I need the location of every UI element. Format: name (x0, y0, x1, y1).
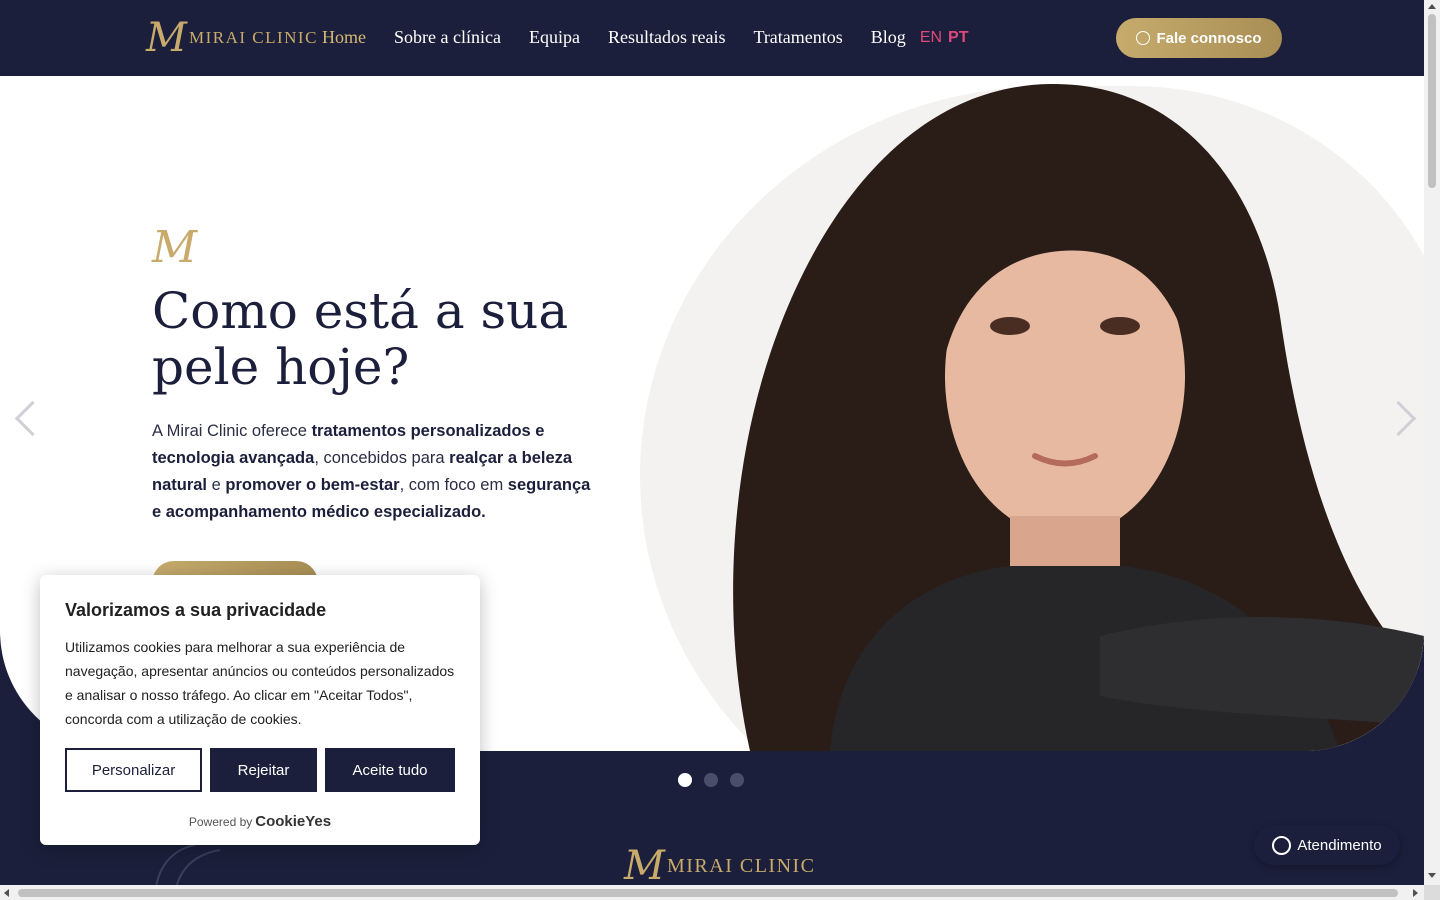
cookie-powered-by: Powered by CookieYes (40, 813, 480, 830)
scroll-right-arrow-icon[interactable] (1413, 889, 1418, 897)
nav-sobre[interactable]: Sobre a clínica (394, 27, 501, 48)
footer-logo-mark: M (624, 843, 665, 889)
footer-logo-text: Mirai Clinic (666, 854, 816, 877)
slider-prev-arrow-icon[interactable] (10, 398, 38, 438)
hero-text-bold: promover o bem-estar (225, 476, 400, 494)
cookie-title: Valorizamos a sua privacidade (65, 600, 327, 620)
whatsapp-icon (1272, 835, 1292, 855)
cookie-consent-banner: Valorizamos a sua privacidade Utilizamos… (40, 575, 480, 845)
cookie-accept-button[interactable]: Aceite tudo (325, 748, 455, 792)
scrollbar-corner (1424, 885, 1440, 900)
slider-dot-2[interactable] (704, 773, 718, 787)
nav-tratamentos[interactable]: Tratamentos (753, 27, 842, 48)
hero-text-part: A Mirai Clinic oferece (152, 422, 312, 440)
scroll-down-arrow-icon[interactable] (1428, 873, 1436, 878)
hero-title: Como está a sua pele hoje? (152, 282, 569, 396)
nav-blog[interactable]: Blog (871, 27, 906, 48)
horizontal-scroll-thumb[interactable] (18, 889, 1398, 897)
nav-resultados[interactable]: Resultados reais (608, 27, 725, 48)
cookieyes-logo[interactable]: CookieYes (255, 813, 331, 830)
cookie-reject-button[interactable]: Rejeitar (210, 748, 317, 792)
lang-en[interactable]: EN (920, 29, 942, 47)
slider-next-arrow-icon[interactable] (1388, 398, 1416, 438)
hero-portrait (733, 83, 1424, 751)
contact-button-label: Fale connosco (1156, 29, 1262, 47)
logo-text: Mirai Clinic (188, 28, 318, 47)
horizontal-scrollbar[interactable] (0, 885, 1424, 900)
footer-logo[interactable]: M Mirai Clinic (624, 846, 816, 886)
site-logo[interactable]: M Mirai Clinic (146, 18, 318, 58)
hero-text-part: e (207, 476, 226, 494)
slider-dot-1[interactable] (678, 773, 692, 787)
main-nav: Home Sobre a clínica Equipa Resultados r… (322, 27, 975, 48)
scroll-up-arrow-icon[interactable] (1428, 4, 1436, 9)
contact-button[interactable]: Fale connosco (1116, 18, 1282, 58)
nav-home[interactable]: Home (322, 27, 366, 48)
cookie-customize-button[interactable]: Personalizar (65, 748, 202, 792)
logo-mark: M (146, 15, 187, 61)
hero-mark: M (152, 222, 197, 273)
cookie-text: Utilizamos cookies para melhorar a sua e… (65, 639, 455, 727)
vertical-scroll-thumb[interactable] (1428, 14, 1436, 188)
site-header: M Mirai Clinic Home Sobre a clínica Equi… (0, 0, 1424, 76)
slider-dots (678, 773, 744, 787)
cookie-buttons: Personalizar Rejeitar Aceite tudo (65, 748, 455, 792)
hero-text-part: , concebidos para (314, 449, 450, 467)
whatsapp-chat-button[interactable]: Atendimento (1254, 825, 1400, 865)
slider-dot-3[interactable] (730, 773, 744, 787)
nav-equipa[interactable]: Equipa (529, 27, 580, 48)
hero-text-part: , com foco em (399, 476, 508, 494)
vertical-scrollbar[interactable] (1424, 0, 1440, 885)
scroll-left-arrow-icon[interactable] (4, 889, 9, 897)
hero-description: A Mirai Clinic oferece tratamentos perso… (152, 418, 592, 526)
powered-by-label: Powered by (188, 815, 253, 829)
whatsapp-chat-label: Atendimento (1297, 836, 1382, 854)
whatsapp-icon (1136, 31, 1151, 45)
lang-pt[interactable]: PT (948, 29, 968, 47)
